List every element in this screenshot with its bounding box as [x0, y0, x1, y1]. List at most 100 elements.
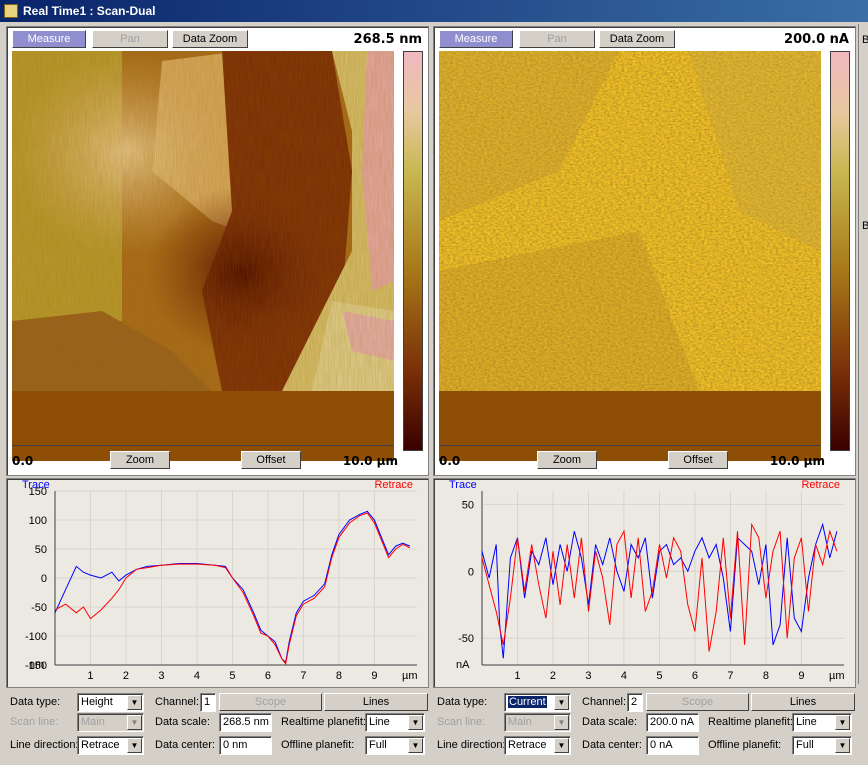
scan-line-label: Scan line: [437, 716, 486, 728]
data-center-field[interactable]: 0 nA [646, 736, 699, 755]
height-colorbar [403, 51, 423, 451]
trace-legend: Trace [22, 479, 50, 491]
current-image[interactable] [439, 51, 821, 461]
data-zoom-button[interactable]: Data Zoom [599, 30, 675, 48]
realtime-planefit-select[interactable]: Line ▼ [365, 713, 425, 732]
lines-button[interactable]: Lines [324, 693, 428, 711]
data-scale-field[interactable]: 200.0 nA [646, 713, 699, 732]
lines-button[interactable]: Lines [751, 693, 855, 711]
data-scale-label: Data scale: [582, 716, 638, 728]
scope-button[interactable]: Scope [219, 693, 322, 711]
pan-button[interactable]: Pan [92, 30, 168, 48]
y-tick-label: -50 [31, 602, 47, 614]
y-tick-label: -50 [458, 633, 474, 645]
y-tick-label: 100 [29, 515, 47, 527]
chevron-down-icon[interactable]: ▼ [835, 738, 850, 753]
x-tick-label: 6 [692, 670, 698, 682]
image-x-axis [439, 445, 821, 446]
data-zoom-button[interactable]: Data Zoom [172, 30, 248, 48]
realtime-planefit-value: Line [796, 716, 817, 728]
app-icon [4, 4, 18, 18]
data-type-select[interactable]: Height ▼ [77, 693, 144, 712]
y-unit-label: nm [29, 659, 44, 671]
trace-legend: Trace [449, 479, 477, 491]
offline-planefit-value: Full [369, 739, 387, 751]
y-tick-label: -100 [25, 631, 47, 643]
channel-label: Channel: [582, 696, 627, 708]
retrace-legend: Retrace [374, 479, 413, 491]
current-line-plot[interactable]: 1 2 3 4 5 6 7 8 9 50 0 -50 Trace Retrace nA µm [434, 479, 855, 687]
line-direction-select[interactable]: Retrace ▼ [77, 736, 144, 755]
title-bar[interactable]: Real Time1 : Scan-Dual [0, 0, 868, 22]
chevron-down-icon[interactable]: ▼ [127, 715, 142, 730]
image-x-axis [12, 445, 394, 446]
y-tick-label: 0 [468, 566, 474, 578]
x-tick-label: 5 [656, 670, 662, 682]
x-tick-label: 7 [300, 670, 306, 682]
offline-planefit-select[interactable]: Full ▼ [792, 736, 852, 755]
data-center-field[interactable]: 0 nm [219, 736, 272, 755]
measure-button[interactable]: Measure [12, 30, 86, 48]
scope-button[interactable]: Scope [646, 693, 749, 711]
offset-button[interactable]: Offset [241, 451, 301, 469]
scan-line-value: Main [508, 716, 532, 728]
side-strip: B B [858, 24, 868, 684]
chevron-down-icon[interactable]: ▼ [835, 715, 850, 730]
chevron-down-icon[interactable]: ▼ [127, 738, 142, 753]
current-scale-value: 200.0 nA [784, 32, 849, 47]
chevron-down-icon[interactable]: ▼ [408, 738, 423, 753]
x-tick-label: 2 [123, 670, 129, 682]
chevron-down-icon[interactable]: ▼ [127, 695, 142, 710]
x-tick-label: 8 [336, 670, 342, 682]
x-tick-label: 3 [585, 670, 591, 682]
zoom-button[interactable]: Zoom [110, 451, 170, 469]
data-scale-label: Data scale: [155, 716, 211, 728]
pan-button[interactable]: Pan [519, 30, 595, 48]
realtime-planefit-select[interactable]: Line ▼ [792, 713, 852, 732]
chevron-down-icon[interactable]: ▼ [554, 738, 569, 753]
data-type-value: Height [81, 696, 113, 708]
data-scale-field[interactable]: 268.5 nm [219, 713, 272, 732]
measure-button[interactable]: Measure [439, 30, 513, 48]
scan-line-select[interactable]: Main ▼ [77, 713, 144, 732]
scan-line-value: Main [81, 716, 105, 728]
height-image[interactable] [12, 51, 394, 461]
x-tick-label: 5 [229, 670, 235, 682]
line-direction-value: Retrace [81, 739, 120, 751]
line-direction-value: Retrace [508, 739, 547, 751]
x-tick-label: 8 [763, 670, 769, 682]
channel-field[interactable]: 1 [200, 693, 216, 712]
right-image-panel: Measure Pan Data Zoom 200.0 nA 0.0 Zoom … [433, 26, 856, 476]
chevron-down-icon[interactable]: ▼ [554, 695, 569, 710]
height-line-plot[interactable]: 1 2 3 4 5 6 7 8 9150100500-50-100-150Trace Retrac… [7, 479, 428, 687]
realtime-planefit-value: Line [369, 716, 390, 728]
channel-label: Channel: [155, 696, 200, 708]
chevron-down-icon[interactable]: ▼ [408, 715, 423, 730]
x-end-label: 10.0 µm [769, 454, 825, 468]
scan-line-select[interactable]: Main ▼ [504, 713, 571, 732]
current-line-plot-panel: 1 2 3 4 5 6 7 8 9 50 0 -50 Trace Retrace nA µm [433, 478, 856, 688]
offset-button[interactable]: Offset [668, 451, 728, 469]
x-unit-label: µm [402, 670, 418, 682]
y-tick-label: 50 [462, 499, 474, 511]
chevron-down-icon[interactable]: ▼ [554, 715, 569, 730]
side-marker-top: B [862, 34, 868, 46]
line-direction-label: Line direction: [437, 739, 506, 751]
y-unit-label: nA [456, 659, 470, 671]
data-type-value: Current [508, 696, 547, 708]
offline-planefit-select[interactable]: Full ▼ [365, 736, 425, 755]
x-tick-label: 4 [194, 670, 200, 682]
current-colorbar [830, 51, 850, 451]
x-tick-label: 9 [371, 670, 377, 682]
zoom-button[interactable]: Zoom [537, 451, 597, 469]
x-end-label: 10.0 µm [342, 454, 398, 468]
channel-field[interactable]: 2 [627, 693, 643, 712]
x-tick-label: 9 [798, 670, 804, 682]
offline-planefit-label: Offline planefit: [708, 739, 782, 751]
data-type-select[interactable]: Current ▼ [504, 693, 571, 712]
side-marker-mid: B [862, 220, 868, 232]
window-title: Real Time1 : Scan-Dual [23, 4, 156, 18]
line-direction-select[interactable]: Retrace ▼ [504, 736, 571, 755]
x-tick-label: 7 [727, 670, 733, 682]
x-tick-label: 1 [514, 670, 520, 682]
